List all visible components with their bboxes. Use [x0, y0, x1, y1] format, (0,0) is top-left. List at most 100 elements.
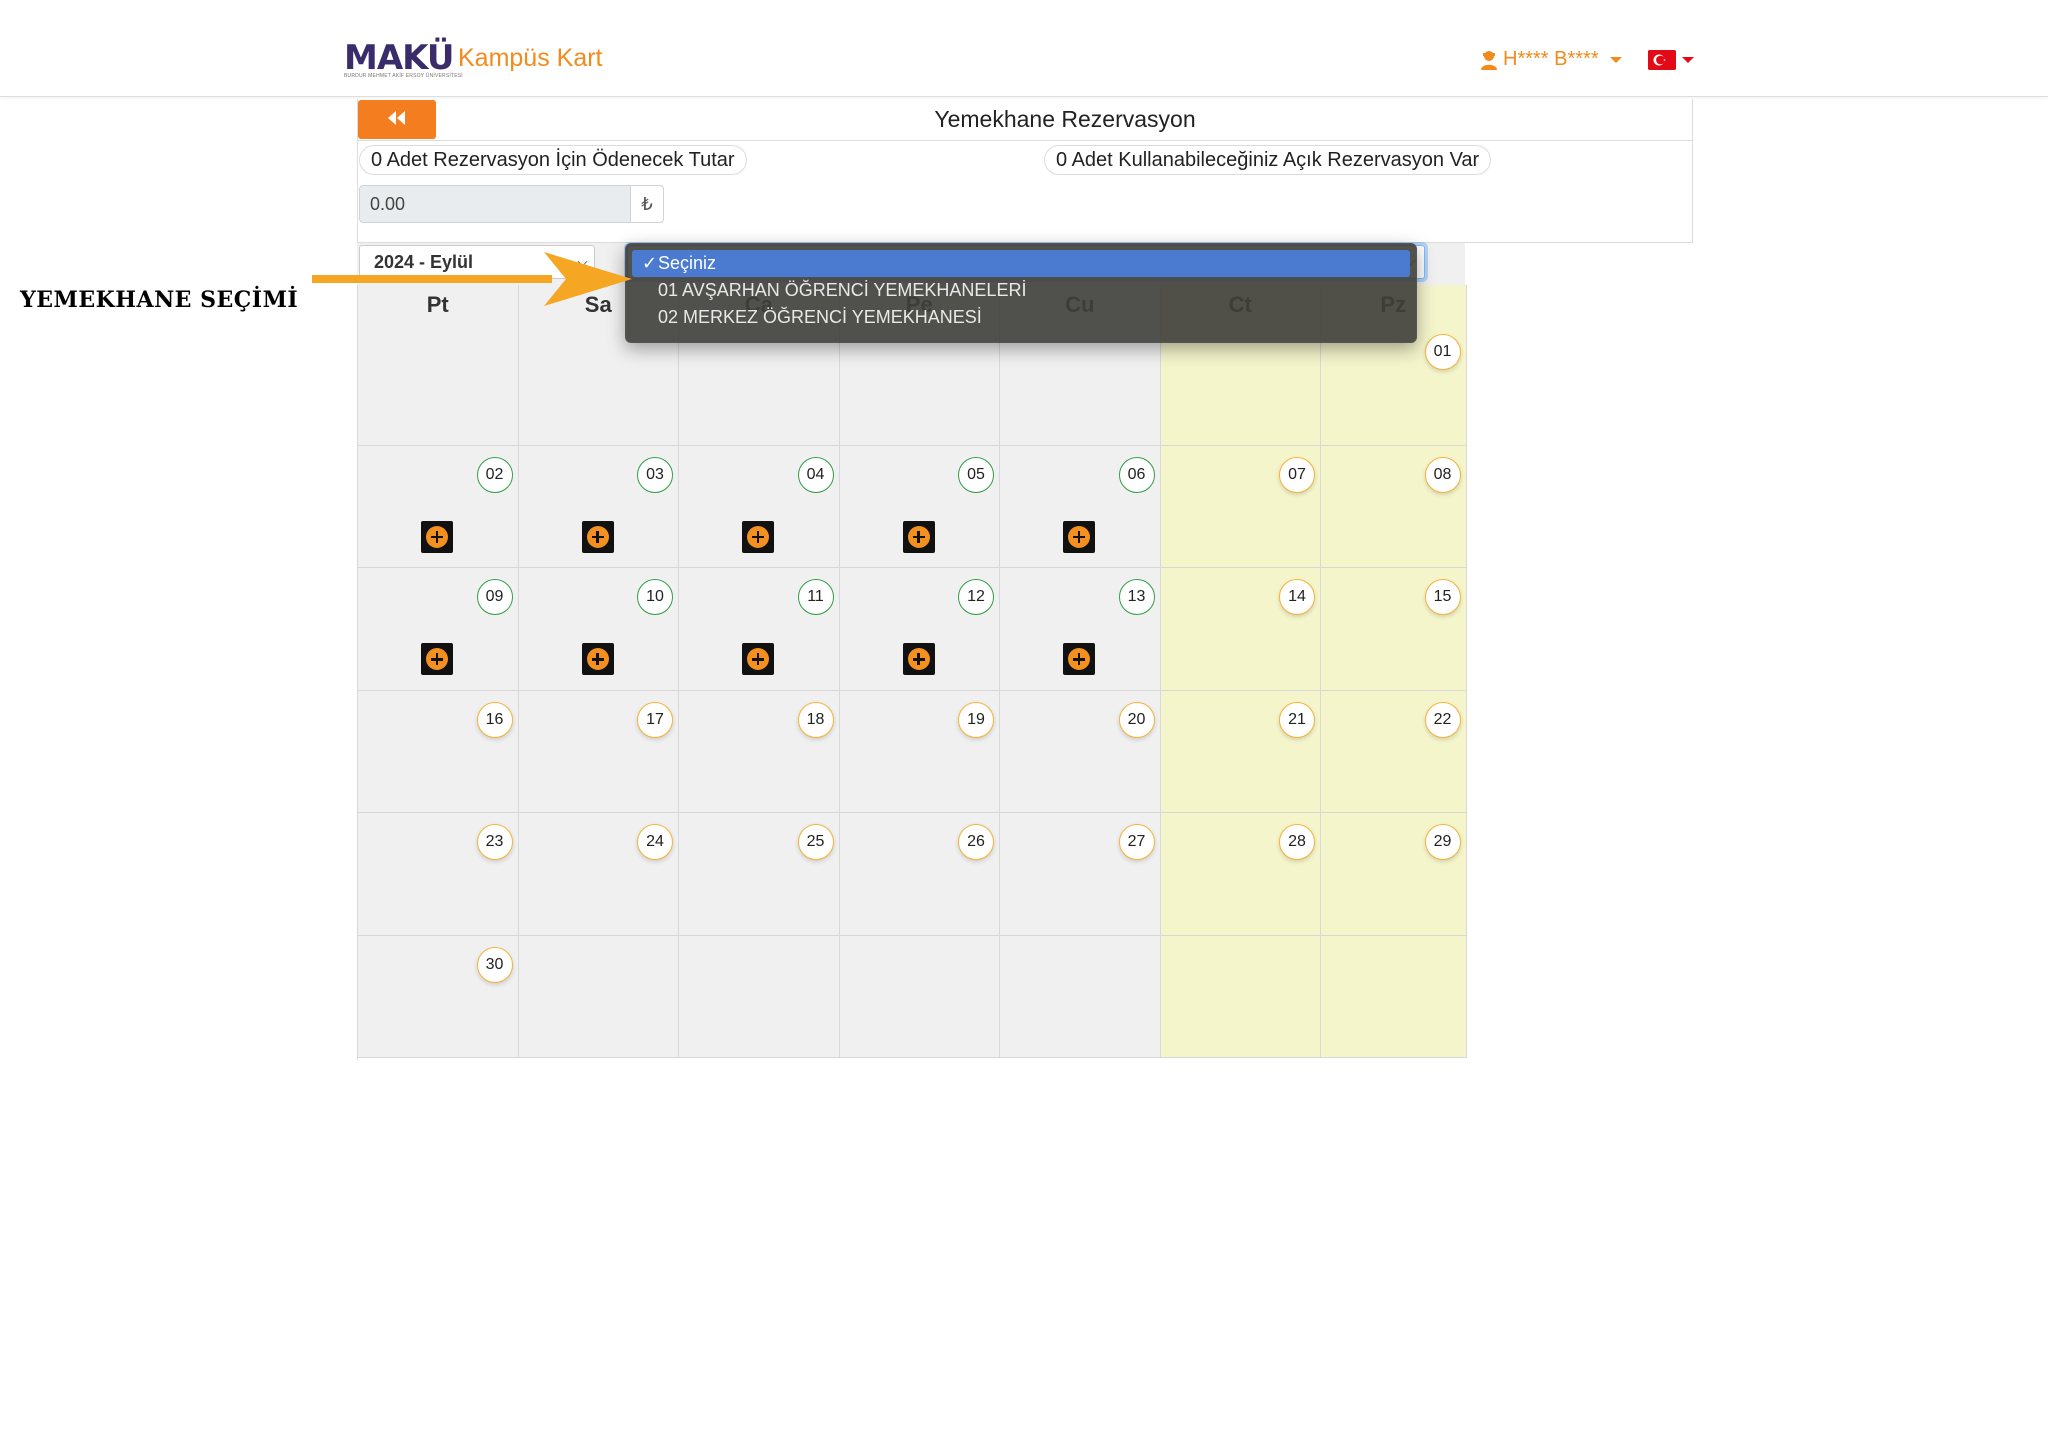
- calendar-day-cell[interactable]: 18: [679, 690, 840, 813]
- user-name: H**** B****: [1503, 48, 1599, 70]
- annotation-label: YEMEKHANE SEÇİMİ: [20, 287, 299, 313]
- day-number-badge: 06: [1118, 456, 1155, 493]
- calendar-day-cell[interactable]: 08: [1321, 445, 1467, 568]
- calendar-day-cell[interactable]: 19: [839, 690, 1000, 813]
- calendar-day-cell[interactable]: 05: [839, 445, 1000, 568]
- calendar-day-cell[interactable]: 14: [1160, 568, 1321, 691]
- calendar-day-cell[interactable]: 03: [518, 445, 679, 568]
- dropdown-option-avsarhan[interactable]: 01 AVŞARHAN ÖĞRENCİ YEMEKHANELERİ: [632, 277, 1410, 304]
- logo-subtext: BURDUR MEHMET AKİF ERSOY ÜNİVERSİTESİ: [344, 73, 463, 79]
- day-number-badge: 24: [637, 824, 673, 860]
- plus-circle-icon: [1068, 648, 1090, 670]
- day-number-badge: 30: [476, 946, 513, 983]
- add-reservation-button[interactable]: [1063, 643, 1095, 675]
- calendar-day-cell[interactable]: 22: [1321, 690, 1467, 813]
- day-number-badge: 17: [637, 701, 673, 738]
- top-navbar: MAKÜ BURDUR MEHMET AKİF ERSOY ÜNİVERSİTE…: [0, 0, 2048, 97]
- day-number-badge: 10: [637, 579, 673, 615]
- calendar-day-cell[interactable]: 21: [1160, 690, 1321, 813]
- option-label: 02 MERKEZ ÖĞRENCİ YEMEKHANESİ: [658, 307, 982, 327]
- reservation-panel: Yemekhane Rezervasyon 0 Adet Rezervasyon…: [357, 99, 1693, 243]
- calendar-empty-cell: [358, 323, 519, 446]
- calendar-day-cell[interactable]: 27: [1000, 813, 1161, 936]
- panel-header: Yemekhane Rezervasyon: [358, 99, 1692, 141]
- calendar-day-cell[interactable]: 25: [679, 813, 840, 936]
- calendar-day-cell[interactable]: 16: [358, 690, 519, 813]
- add-reservation-button[interactable]: [742, 643, 774, 675]
- back-button[interactable]: [358, 100, 436, 139]
- plus-circle-icon: [426, 648, 448, 670]
- day-number-badge: 07: [1279, 456, 1315, 493]
- chevron-down-icon: [1682, 57, 1694, 63]
- calendar-day-cell[interactable]: 15: [1321, 568, 1467, 691]
- calendar-day-cell[interactable]: 20: [1000, 690, 1161, 813]
- open-reservations-badge: 0 Adet Kullanabileceğiniz Açık Rezervasy…: [1044, 145, 1492, 175]
- calendar-day-cell[interactable]: 06: [1000, 445, 1161, 568]
- calendar-day-cell[interactable]: 30: [358, 935, 519, 1058]
- language-selector[interactable]: [1648, 50, 1694, 70]
- plus-circle-icon: [907, 525, 930, 548]
- calendar-day-cell[interactable]: 12: [839, 568, 1000, 691]
- calendar-day-cell[interactable]: 26: [839, 813, 1000, 936]
- add-reservation-button[interactable]: [902, 643, 935, 675]
- calendar-day-cell[interactable]: 10: [518, 568, 679, 691]
- plus-circle-icon: [907, 648, 930, 670]
- add-reservation-button[interactable]: [581, 643, 614, 675]
- option-label: 01 AVŞARHAN ÖĞRENCİ YEMEKHANELERİ: [658, 280, 1027, 300]
- add-reservation-button[interactable]: [581, 520, 614, 553]
- checkmark-icon: ✓: [642, 253, 658, 273]
- day-number-badge: 04: [797, 456, 834, 493]
- calendar-empty-cell: [1000, 935, 1161, 1058]
- add-reservation-button[interactable]: [421, 520, 453, 553]
- dropdown-option-merkez[interactable]: 02 MERKEZ ÖĞRENCİ YEMEKHANESİ: [632, 304, 1410, 331]
- calendar-empty-cell: [1321, 935, 1467, 1058]
- day-number-badge: 26: [958, 824, 994, 860]
- day-number-badge: 11: [797, 579, 834, 615]
- cafeteria-dropdown-menu: ✓ Seçiniz 01 AVŞARHAN ÖĞRENCİ YEMEKHANEL…: [625, 243, 1417, 343]
- dropdown-option-seciniz[interactable]: ✓ Seçiniz: [632, 250, 1410, 277]
- day-number-badge: 18: [797, 701, 834, 738]
- day-number-badge: 05: [958, 456, 994, 493]
- add-reservation-button[interactable]: [1063, 520, 1095, 553]
- calendar-day-cell[interactable]: 17: [518, 690, 679, 813]
- calendar-day-cell[interactable]: 11: [679, 568, 840, 691]
- amount-input[interactable]: [359, 185, 631, 223]
- calendar-empty-cell: [839, 935, 1000, 1058]
- plus-circle-icon: [747, 525, 769, 548]
- calendar-day-cell[interactable]: 04: [679, 445, 840, 568]
- calendar-empty-cell: [518, 935, 679, 1058]
- tr-flag-icon: [1648, 50, 1676, 70]
- payment-summary-badge: 0 Adet Rezervasyon İçin Ödenecek Tutar: [359, 145, 747, 175]
- day-number-badge: 02: [476, 456, 513, 493]
- calendar-day-cell[interactable]: 28: [1160, 813, 1321, 936]
- plus-circle-icon: [747, 648, 769, 670]
- day-number-badge: 03: [637, 456, 673, 493]
- day-number-badge: 13: [1118, 579, 1155, 615]
- page-title: Yemekhane Rezervasyon: [934, 106, 1196, 132]
- calendar-day-cell[interactable]: 23: [358, 813, 519, 936]
- calendar-day-cell[interactable]: 02: [358, 445, 519, 568]
- day-number-badge: 22: [1424, 701, 1461, 738]
- day-number-badge: 15: [1424, 579, 1461, 615]
- calendar-day-cell[interactable]: 29: [1321, 813, 1467, 936]
- day-number-badge: 21: [1279, 701, 1315, 738]
- add-reservation-button[interactable]: [902, 520, 935, 553]
- add-reservation-button[interactable]: [421, 643, 453, 675]
- option-label: Seçiniz: [658, 253, 717, 273]
- calendar-day-cell[interactable]: 24: [518, 813, 679, 936]
- day-number-badge: 12: [958, 579, 994, 615]
- day-number-badge: 23: [476, 824, 513, 860]
- day-number-badge: 19: [958, 701, 994, 738]
- day-number-badge: 08: [1424, 456, 1461, 493]
- chevron-down-icon: [1609, 56, 1622, 63]
- calendar-day-cell[interactable]: 09: [358, 568, 519, 691]
- day-number-badge: 29: [1424, 824, 1461, 860]
- calendar-day-cell[interactable]: 13: [1000, 568, 1161, 691]
- day-number-badge: 16: [476, 701, 513, 738]
- user-menu[interactable]: H**** B****: [1480, 48, 1622, 71]
- day-number-badge: 14: [1279, 579, 1315, 615]
- amount-field-group: ₺: [359, 185, 664, 223]
- add-reservation-button[interactable]: [742, 520, 774, 553]
- user-icon: [1480, 50, 1498, 70]
- calendar-day-cell[interactable]: 07: [1160, 445, 1321, 568]
